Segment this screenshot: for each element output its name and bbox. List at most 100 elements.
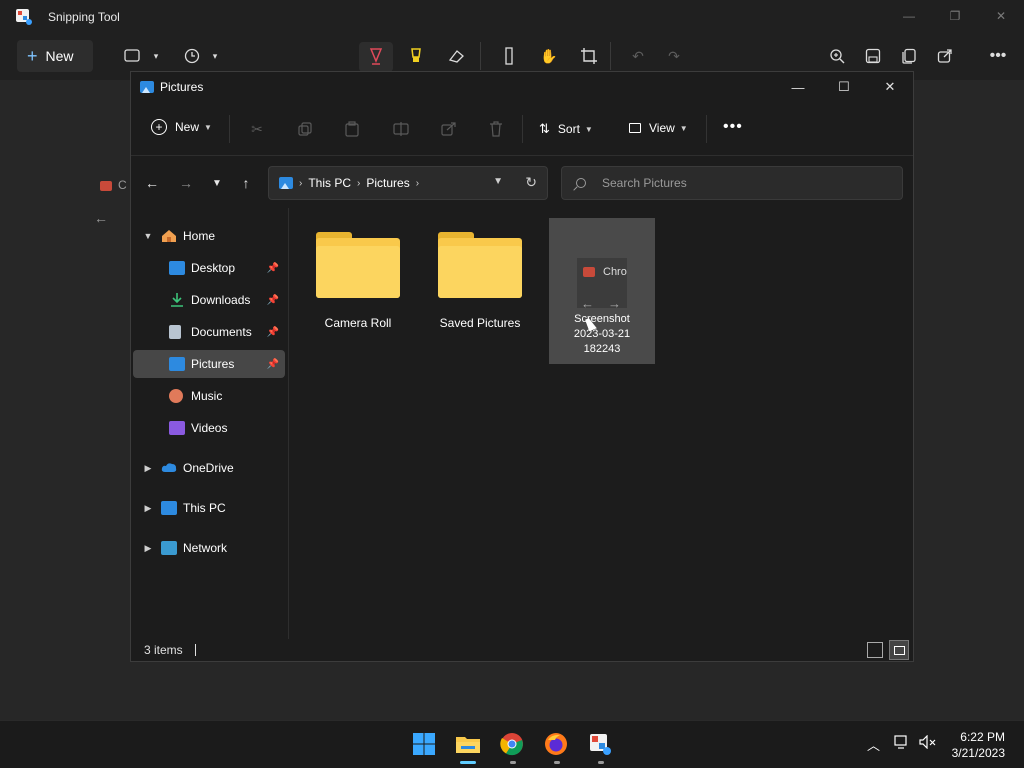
delay-chevron-icon[interactable]: ▾: [205, 46, 225, 66]
videos-icon: [169, 421, 185, 435]
copy-icon[interactable]: [295, 119, 315, 139]
breadcrumb-chevron-icon[interactable]: ›: [357, 178, 360, 189]
back-arrow-icon: ←: [94, 210, 108, 226]
network-status-icon[interactable]: [894, 735, 910, 752]
snip-close-button[interactable]: ✕: [978, 0, 1024, 32]
explorer-minimize-button[interactable]: —: [775, 72, 821, 102]
snip-mode-icon[interactable]: [122, 46, 142, 66]
sidebar-item-label: Pictures: [191, 357, 235, 371]
pictures-icon: [169, 357, 185, 371]
sidebar-item-documents[interactable]: Documents 📌: [133, 318, 285, 346]
sort-icon: ⇅: [539, 121, 550, 136]
thumbnail-text: Chro: [603, 266, 627, 278]
paste-icon[interactable]: [342, 119, 362, 139]
computer-icon: [161, 501, 177, 515]
tiles-view-icon[interactable]: [889, 640, 909, 660]
highlighter-icon[interactable]: [406, 46, 426, 66]
explorer-titlebar: Pictures — ☐ ✕: [131, 72, 913, 102]
redo-icon[interactable]: ↷: [664, 46, 684, 66]
file-item-saved-pictures[interactable]: Saved Pictures: [427, 218, 533, 364]
file-explorer-icon[interactable]: [455, 731, 481, 757]
pin-icon[interactable]: 📌: [267, 295, 279, 306]
file-list: Camera Roll Saved Pictures Chro ←→ Scree…: [291, 208, 913, 639]
expand-chevron-icon[interactable]: ▼: [143, 231, 153, 241]
pin-icon[interactable]: 📌: [267, 327, 279, 338]
snip-mode-chevron-icon[interactable]: ▾: [146, 46, 166, 66]
refresh-icon[interactable]: ↻: [525, 174, 537, 191]
copy-icon[interactable]: [899, 46, 919, 66]
expand-chevron-icon[interactable]: ▶: [143, 503, 153, 514]
snip-new-label: New: [45, 48, 74, 64]
share-icon[interactable]: [439, 119, 459, 139]
sidebar-item-label: OneDrive: [183, 461, 234, 475]
eraser-icon[interactable]: [446, 46, 466, 66]
ruler-icon[interactable]: [499, 46, 519, 66]
delete-icon[interactable]: [486, 119, 506, 139]
explorer-close-button[interactable]: ✕: [867, 72, 913, 102]
sidebar-item-network[interactable]: ▶ Network: [133, 534, 285, 562]
zoom-in-icon[interactable]: [827, 46, 847, 66]
breadcrumb-chevron-icon[interactable]: ›: [299, 178, 302, 189]
file-item-camera-roll[interactable]: Camera Roll: [305, 218, 411, 364]
sidebar-item-music[interactable]: Music: [133, 382, 285, 410]
save-icon[interactable]: [863, 46, 883, 66]
sidebar-item-desktop[interactable]: Desktop 📌: [133, 254, 285, 282]
delay-clock-icon[interactable]: [182, 46, 202, 66]
show-hidden-icons-chevron-icon[interactable]: ︿: [867, 735, 880, 754]
snip-minimize-button[interactable]: —: [886, 0, 932, 32]
snip-restore-button[interactable]: ❐: [932, 0, 978, 32]
sidebar-item-videos[interactable]: Videos: [133, 414, 285, 442]
up-arrow-icon[interactable]: ↑: [237, 174, 255, 192]
firefox-icon[interactable]: [543, 731, 569, 757]
document-icon: [169, 325, 181, 339]
canvas-background-tab: C: [100, 178, 127, 192]
snip-new-button[interactable]: + New: [17, 40, 93, 72]
search-box[interactable]: [561, 166, 903, 200]
cut-icon[interactable]: ✂: [247, 119, 267, 139]
file-name: Screenshot 2023-03-21 182243: [574, 312, 630, 357]
rename-icon[interactable]: [391, 119, 411, 139]
windows-start-icon[interactable]: [411, 731, 437, 757]
breadcrumb-chevron-icon[interactable]: ›: [416, 178, 419, 189]
more-options-icon[interactable]: •••: [988, 46, 1008, 66]
cmd-sort-button[interactable]: ⇅ Sort ▼: [539, 121, 593, 137]
system-clock[interactable]: 6:22 PM 3/21/2023: [952, 729, 1005, 761]
pin-icon[interactable]: 📌: [267, 263, 279, 274]
snipping-tool-titlebar: Snipping Tool — ❐ ✕: [0, 0, 1024, 34]
see-more-icon[interactable]: •••: [723, 118, 743, 136]
forward-arrow-icon[interactable]: →: [177, 174, 195, 192]
snipping-tool-icon[interactable]: [587, 731, 613, 757]
cmd-new-button[interactable]: + New ▼: [151, 119, 212, 135]
cmd-view-label: View: [649, 121, 675, 135]
expand-chevron-icon[interactable]: ▶: [143, 543, 153, 554]
breadcrumb-pictures[interactable]: Pictures: [366, 176, 409, 190]
address-dropdown-icon[interactable]: ▼: [493, 176, 503, 187]
file-explorer-window: Pictures — ☐ ✕ + New ▼ ✂ ⇅ Sort ▼ View ▼…: [130, 71, 914, 662]
sidebar-item-onedrive[interactable]: ▶ OneDrive: [133, 454, 285, 482]
search-input[interactable]: [602, 176, 882, 190]
volume-muted-icon[interactable]: [919, 734, 937, 752]
undo-icon[interactable]: ↶: [628, 46, 648, 66]
breadcrumb-this-pc[interactable]: This PC: [308, 176, 351, 190]
touch-writing-icon[interactable]: ✋: [539, 46, 559, 66]
sidebar-item-pictures[interactable]: Pictures 📌: [133, 350, 285, 378]
sidebar-item-label: Downloads: [191, 293, 251, 307]
crop-icon[interactable]: [579, 46, 599, 66]
ballpoint-pen-icon[interactable]: [366, 46, 386, 66]
sidebar-item-downloads[interactable]: Downloads 📌: [133, 286, 285, 314]
file-item-screenshot[interactable]: Chro ←→ Screenshot 2023-03-21 182243: [549, 218, 655, 364]
pin-icon[interactable]: 📌: [267, 359, 279, 370]
address-bar[interactable]: › This PC › Pictures › ▼ ↻: [268, 166, 548, 200]
sidebar-item-this-pc[interactable]: ▶ This PC: [133, 494, 285, 522]
share-icon[interactable]: [935, 46, 955, 66]
recent-locations-chevron-icon[interactable]: ▼: [208, 174, 226, 192]
expand-chevron-icon[interactable]: ▶: [143, 463, 153, 474]
back-arrow-icon[interactable]: ←: [143, 174, 161, 192]
chrome-icon[interactable]: [499, 731, 525, 757]
sidebar-item-home[interactable]: ▼ Home: [133, 222, 285, 250]
explorer-maximize-button[interactable]: ☐: [821, 72, 867, 102]
details-view-icon[interactable]: [867, 642, 883, 658]
clock-date: 3/21/2023: [951, 746, 1005, 760]
cmd-view-button[interactable]: View ▼: [629, 121, 688, 135]
new-plus-icon: +: [151, 119, 167, 135]
